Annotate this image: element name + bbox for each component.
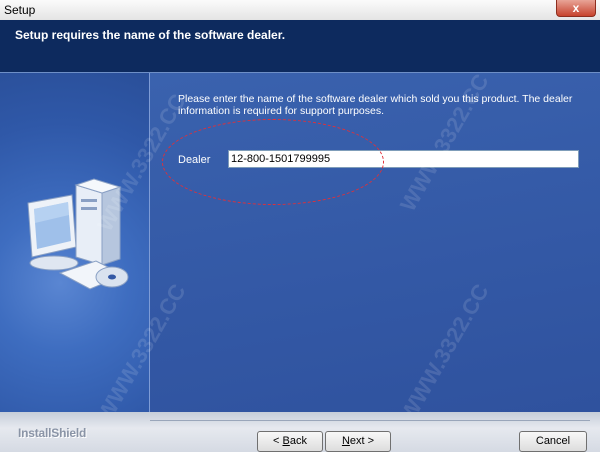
close-icon: x [572, 1, 580, 15]
installshield-logo: InstallShield [18, 426, 87, 440]
instructions-text: Please enter the name of the software de… [178, 93, 573, 117]
title-bar[interactable]: Setup x [0, 0, 600, 21]
dealer-label: Dealer [178, 154, 211, 166]
cancel-button[interactable]: Cancel [519, 431, 587, 452]
content-panel [150, 73, 600, 412]
computer-icon [27, 178, 129, 290]
page-heading: Setup requires the name of the software … [15, 28, 286, 42]
back-button[interactable]: < Back [257, 431, 323, 452]
footer: InstallShield < Back Next > Cancel [0, 412, 600, 452]
setup-window: Setup x Setup requires the name of the s… [0, 0, 600, 452]
main-area: Please enter the name of the software de… [0, 73, 600, 412]
close-button[interactable]: x [556, 0, 596, 17]
header-band: Setup requires the name of the software … [0, 20, 600, 73]
dealer-input[interactable] [228, 150, 579, 168]
next-button[interactable]: Next > [325, 431, 391, 452]
window-title: Setup [4, 3, 36, 17]
footer-divider [150, 420, 590, 421]
